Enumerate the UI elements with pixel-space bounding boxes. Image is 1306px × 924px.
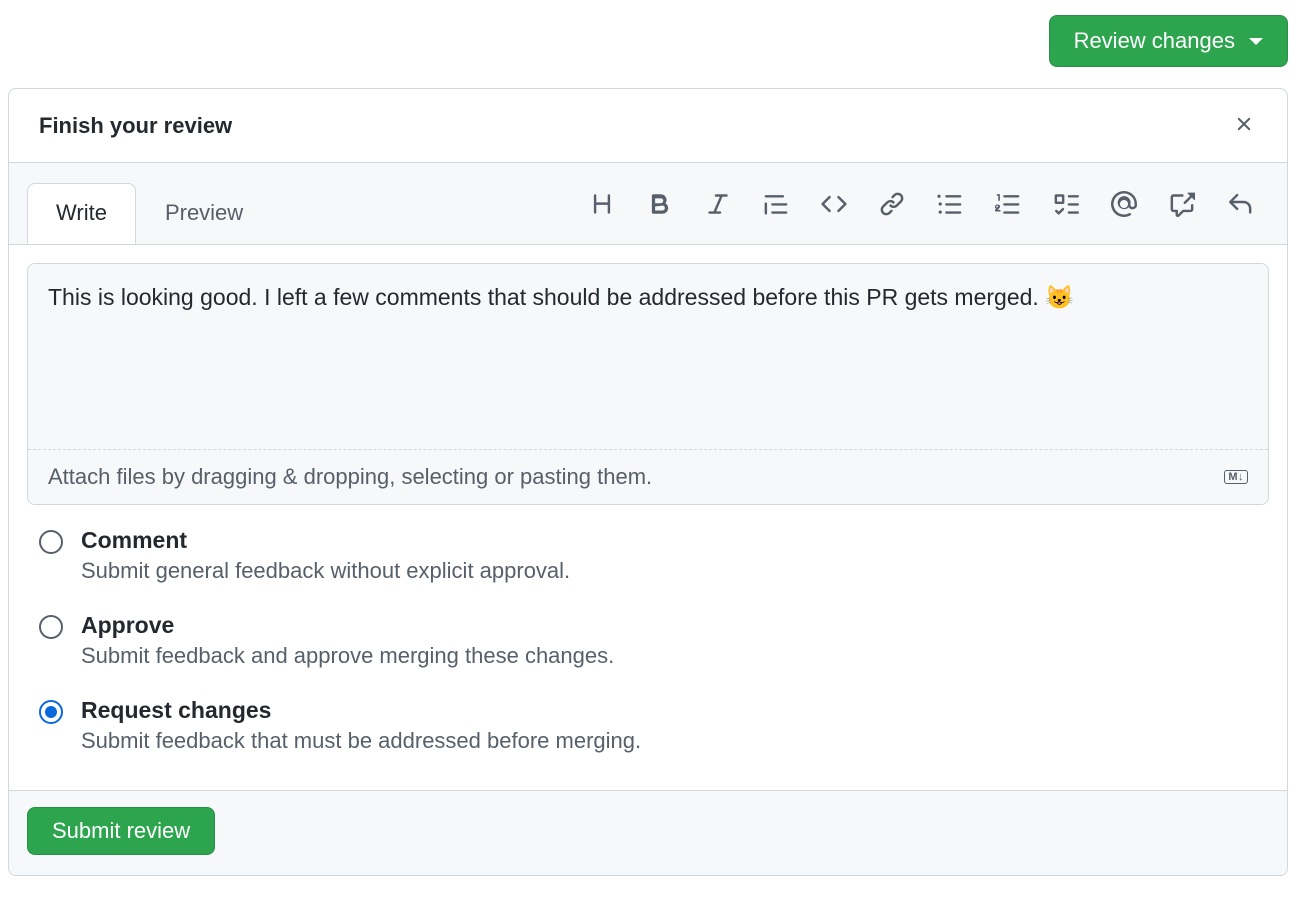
submit-review-button[interactable]: Submit review bbox=[27, 807, 215, 855]
bold-icon bbox=[647, 191, 673, 217]
comment-textarea[interactable] bbox=[28, 264, 1268, 444]
attach-hint: Attach files by dragging & dropping, sel… bbox=[48, 464, 652, 490]
reply-icon bbox=[1227, 191, 1253, 217]
quote-icon bbox=[763, 191, 789, 217]
option-request-changes[interactable]: Request changes Submit feedback that mus… bbox=[39, 697, 1257, 754]
option-request-desc: Submit feedback that must be addressed b… bbox=[81, 728, 641, 754]
panel-footer: Submit review bbox=[9, 790, 1287, 875]
heading-button[interactable] bbox=[589, 191, 615, 217]
markdown-icon[interactable]: M↓ bbox=[1224, 470, 1248, 484]
tab-preview[interactable]: Preview bbox=[136, 183, 272, 243]
task-list-icon bbox=[1053, 191, 1079, 217]
caret-down-icon bbox=[1249, 38, 1263, 45]
bullet-list-button[interactable] bbox=[937, 191, 963, 217]
cross-reference-button[interactable] bbox=[1169, 191, 1195, 217]
italic-icon bbox=[705, 191, 731, 217]
radio-request-changes[interactable] bbox=[39, 700, 63, 724]
task-list-button[interactable] bbox=[1053, 191, 1079, 217]
editor-wrap: Attach files by dragging & dropping, sel… bbox=[9, 245, 1287, 505]
tab-bar: Write Preview bbox=[9, 163, 1287, 245]
option-comment-desc: Submit general feedback without explicit… bbox=[81, 558, 570, 584]
bold-button[interactable] bbox=[647, 191, 673, 217]
heading-icon bbox=[589, 191, 615, 217]
option-comment-title: Comment bbox=[81, 527, 570, 554]
editor-box: Attach files by dragging & dropping, sel… bbox=[27, 263, 1269, 505]
mention-icon bbox=[1111, 191, 1137, 217]
quote-button[interactable] bbox=[763, 191, 789, 217]
option-request-title: Request changes bbox=[81, 697, 641, 724]
markdown-toolbar bbox=[589, 191, 1269, 217]
close-button[interactable] bbox=[1229, 109, 1259, 142]
reply-button[interactable] bbox=[1227, 191, 1253, 217]
link-button[interactable] bbox=[879, 191, 905, 217]
cross-reference-icon bbox=[1169, 191, 1195, 217]
link-icon bbox=[879, 191, 905, 217]
bullet-list-icon bbox=[937, 191, 963, 217]
option-approve-title: Approve bbox=[81, 612, 614, 639]
panel-header: Finish your review bbox=[9, 89, 1287, 163]
panel-title: Finish your review bbox=[39, 113, 232, 139]
option-approve[interactable]: Approve Submit feedback and approve merg… bbox=[39, 612, 1257, 669]
review-options: Comment Submit general feedback without … bbox=[9, 505, 1287, 790]
italic-button[interactable] bbox=[705, 191, 731, 217]
close-icon bbox=[1233, 113, 1255, 135]
code-icon bbox=[821, 191, 847, 217]
option-approve-desc: Submit feedback and approve merging thes… bbox=[81, 643, 614, 669]
radio-comment[interactable] bbox=[39, 530, 63, 554]
review-changes-button[interactable]: Review changes bbox=[1049, 15, 1288, 67]
attach-row[interactable]: Attach files by dragging & dropping, sel… bbox=[28, 449, 1268, 504]
tab-write[interactable]: Write bbox=[27, 183, 136, 244]
numbered-list-icon bbox=[995, 191, 1021, 217]
top-bar: Review changes bbox=[0, 0, 1306, 82]
option-comment[interactable]: Comment Submit general feedback without … bbox=[39, 527, 1257, 584]
mention-button[interactable] bbox=[1111, 191, 1137, 217]
review-panel: Finish your review Write Preview bbox=[8, 88, 1288, 876]
review-changes-label: Review changes bbox=[1074, 28, 1235, 54]
code-button[interactable] bbox=[821, 191, 847, 217]
numbered-list-button[interactable] bbox=[995, 191, 1021, 217]
radio-approve[interactable] bbox=[39, 615, 63, 639]
tabs: Write Preview bbox=[27, 183, 272, 243]
